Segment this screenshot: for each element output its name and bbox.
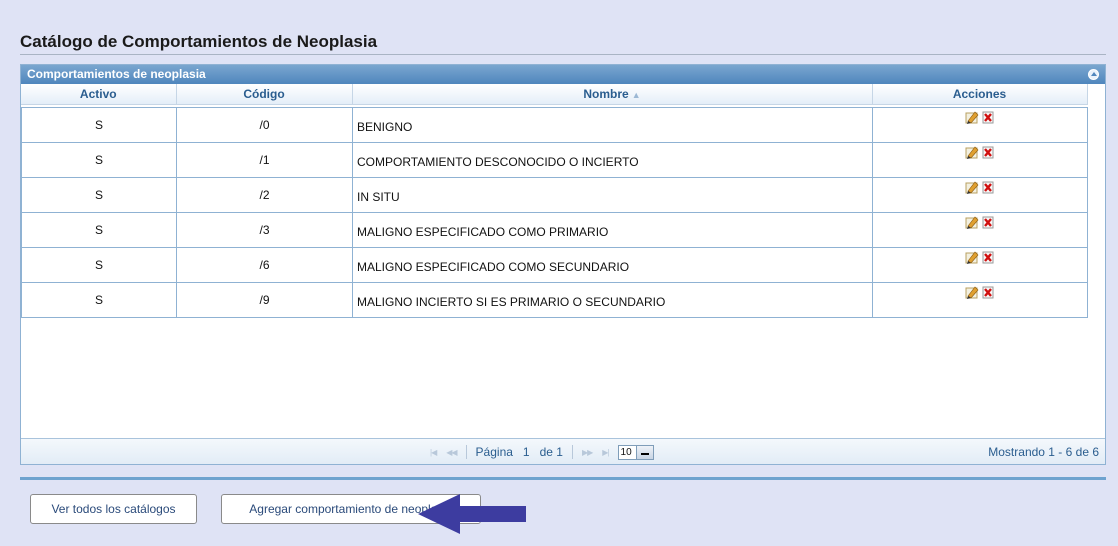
page-title: Catálogo de Comportamientos de Neoplasia (20, 32, 1106, 55)
cell-active: S (21, 177, 177, 213)
cell-actions (872, 142, 1088, 178)
grid-header: Activo Código Nombre ▲ Acciones (21, 84, 1088, 105)
table-row[interactable]: S/3 MALIGNO ESPECIFICADO COMO PRIMARIO (21, 212, 1088, 248)
last-page-icon[interactable]: ▶| (602, 448, 609, 457)
cell-active: S (21, 142, 177, 178)
cell-actions (872, 107, 1088, 143)
delete-icon[interactable] (981, 251, 995, 264)
edit-icon[interactable] (965, 216, 979, 229)
cell-active: S (21, 247, 177, 283)
cell-actions (872, 212, 1088, 248)
arrow-shape (418, 494, 526, 534)
cell-name: MALIGNO INCIERTO SI ES PRIMARIO O SECUND… (352, 282, 873, 318)
grid-body: S/0 BENIGNO S/1 COMPORTAMIENTO DESCONOCIDO … (21, 107, 1088, 318)
column-header-actions: Acciones (872, 84, 1088, 105)
table-row[interactable]: S/9 MALIGNO INCIERTO SI ES PRIMARIO O SEC… (21, 282, 1088, 318)
sort-asc-icon: ▲ (631, 90, 641, 100)
delete-icon[interactable] (981, 181, 995, 194)
records-info: Mostrando 1 - 6 de 6 (988, 445, 1099, 459)
pager-divider (571, 445, 573, 459)
cell-name: IN SITU (352, 177, 873, 213)
view-all-catalogs-button[interactable]: Ver todos los catálogos (30, 494, 197, 524)
cell-name: MALIGNO ESPECIFICADO COMO SECUNDARIO (352, 247, 873, 283)
cell-name: COMPORTAMIENTO DESCONOCIDO O INCIERTO (352, 142, 873, 178)
page-number-input[interactable]: 1 (523, 445, 530, 459)
column-header-active[interactable]: Activo (21, 84, 177, 105)
cell-actions (872, 282, 1088, 318)
first-page-icon[interactable]: |◀ (430, 448, 437, 457)
delete-icon[interactable] (981, 146, 995, 159)
grid-caption-label: Comportamientos de neoplasia (27, 67, 206, 81)
cell-actions (872, 247, 1088, 283)
delete-icon[interactable] (981, 286, 995, 299)
cell-code: /9 (176, 282, 353, 318)
prev-page-icon[interactable]: ◀◀ (446, 448, 457, 457)
edit-icon[interactable] (965, 146, 979, 159)
next-page-icon[interactable]: ▶▶ (582, 448, 593, 457)
cell-code: /3 (176, 212, 353, 248)
page-size-select[interactable]: 10 (617, 444, 654, 460)
page-label: Página (475, 445, 513, 459)
table-row[interactable]: S/0 BENIGNO (21, 107, 1088, 143)
cell-code: /0 (176, 107, 353, 143)
table-row[interactable]: S/1 COMPORTAMIENTO DESCONOCIDO O INCIERTO (21, 142, 1088, 178)
cell-active: S (21, 212, 177, 248)
pointer-arrow-icon (418, 494, 526, 534)
cell-code: /2 (176, 177, 353, 213)
collapse-grid-icon[interactable] (1088, 69, 1099, 80)
cell-code: /1 (176, 142, 353, 178)
edit-icon[interactable] (965, 111, 979, 124)
footer-divider (20, 477, 1106, 480)
cell-name: MALIGNO ESPECIFICADO COMO PRIMARIO (352, 212, 873, 248)
table-row[interactable]: S/6 MALIGNO ESPECIFICADO COMO SECUNDARIO (21, 247, 1088, 283)
edit-icon[interactable] (965, 181, 979, 194)
cell-actions (872, 177, 1088, 213)
behaviors-grid: Comportamientos de neoplasia Activo Códi… (20, 64, 1106, 465)
edit-icon[interactable] (965, 286, 979, 299)
cell-code: /6 (176, 247, 353, 283)
page-total: de 1 (539, 445, 563, 459)
cell-active: S (21, 282, 177, 318)
table-row[interactable]: S/2 IN SITU (21, 177, 1088, 213)
page-size-value: 10 (620, 446, 632, 458)
edit-icon[interactable] (965, 251, 979, 264)
delete-icon[interactable] (981, 216, 995, 229)
grid-caption: Comportamientos de neoplasia (21, 65, 1105, 84)
pager: |◀ ◀◀ Página 1 de 1 ▶▶ ▶| 10 Mostrando 1… (21, 438, 1105, 464)
delete-icon[interactable] (981, 111, 995, 124)
cell-active: S (21, 107, 177, 143)
pager-divider (465, 445, 467, 459)
column-header-code[interactable]: Código (176, 84, 353, 105)
column-header-name[interactable]: Nombre ▲ (352, 84, 873, 105)
cell-name: BENIGNO (352, 107, 873, 143)
dropdown-arrow-icon (635, 445, 653, 459)
